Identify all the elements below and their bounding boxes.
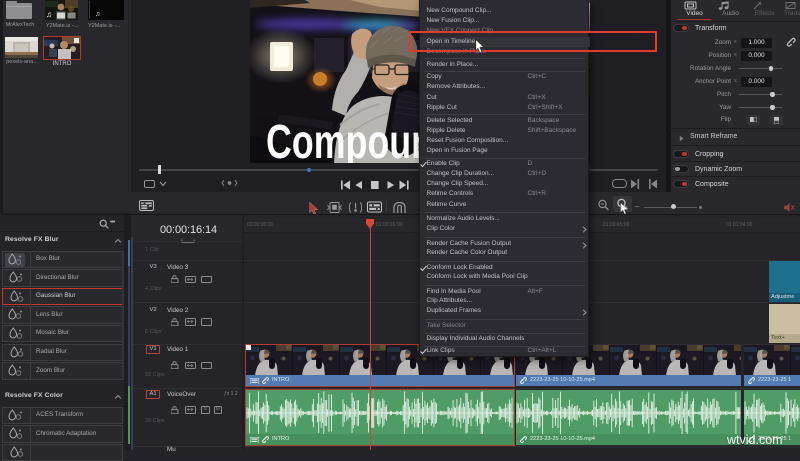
svg-text:♫: ♫ [46, 10, 52, 19]
